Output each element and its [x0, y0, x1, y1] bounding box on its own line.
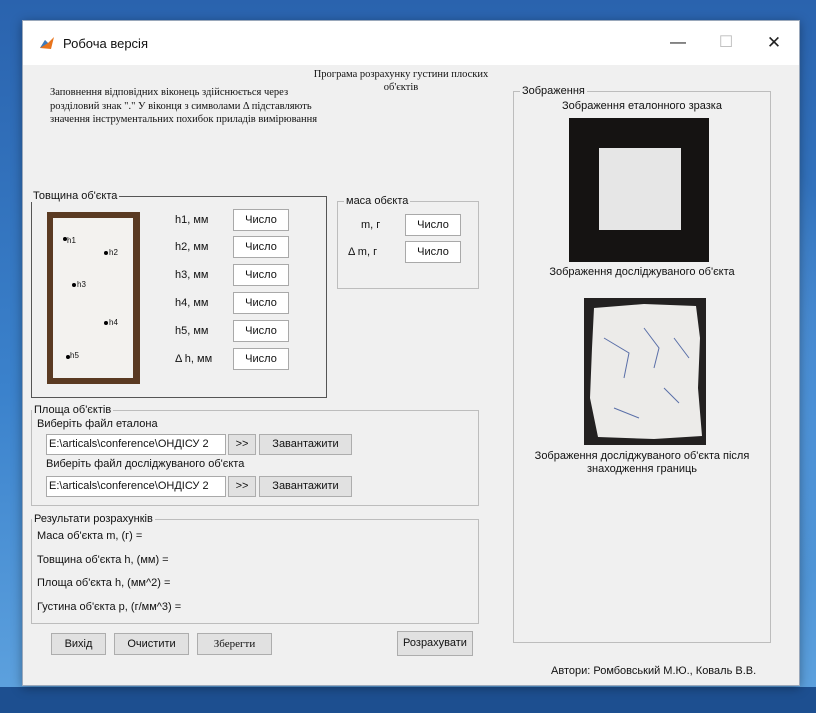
h1-input[interactable]: Число	[233, 209, 289, 231]
photo-point-h5: h5	[70, 351, 79, 360]
result-thickness: Товщина об'єкта h, (мм) =	[37, 554, 169, 566]
delta-h-label: Δ h, мм	[175, 353, 213, 365]
point-marker	[63, 237, 67, 241]
result-mass: Маса об'єкта m, (г) =	[37, 530, 143, 542]
calculate-button[interactable]: Розрахувати	[397, 631, 473, 656]
area-group: Площа об'єктів Виберіть файл еталона E:\…	[31, 404, 479, 506]
m-input[interactable]: Число	[405, 214, 461, 236]
obj-path-input[interactable]: E:\articals\conference\ОНДІСУ 2	[46, 476, 226, 497]
boundary-image-caption: Зображення досліджуваного об'єкта після …	[534, 450, 750, 475]
delta-h-input[interactable]: Число	[233, 348, 289, 370]
h4-input[interactable]: Число	[233, 292, 289, 314]
minimize-button[interactable]: —	[655, 29, 701, 57]
instructions-text: Заповнення відповідних віконець здійснює…	[50, 87, 318, 125]
authors-text: Автори: Ромбовський М.Ю., Коваль В.В.	[551, 665, 757, 677]
delta-m-input[interactable]: Число	[405, 241, 461, 263]
h2-input[interactable]: Число	[233, 236, 289, 258]
point-marker	[72, 283, 76, 287]
images-panel: Зображення Зображення еталонного зразка …	[513, 85, 771, 643]
obj-image	[584, 298, 706, 445]
h3-label: h3, мм	[175, 269, 209, 281]
exit-button[interactable]: Вихід	[51, 633, 106, 655]
ref-load-button[interactable]: Завантажити	[259, 434, 352, 455]
save-button[interactable]: Зберегти	[197, 633, 272, 655]
results-legend: Результати розрахунків	[32, 513, 155, 525]
program-title: Програма розрахунку густини плоских об'є…	[313, 69, 489, 93]
ref-sample-square	[599, 148, 681, 230]
area-legend: Площа об'єктів	[32, 404, 114, 416]
h5-input[interactable]: Число	[233, 320, 289, 342]
h4-label: h4, мм	[175, 297, 209, 309]
ref-image	[569, 118, 709, 262]
photo-point-h3: h3	[77, 280, 86, 289]
maximize-button[interactable]: ☐	[703, 29, 749, 57]
app-window: Робоча версія — ☐ ✕ Заповнення відповідн…	[22, 20, 800, 686]
point-marker	[104, 321, 108, 325]
object-photo: h1 h2 h3 h4 h5	[47, 212, 140, 384]
images-legend: Зображення	[520, 85, 587, 97]
obj-file-label: Виберіть файл досліджуваного об'єкта	[46, 458, 245, 470]
results-group: Результати розрахунків Маса об'єкта m, (…	[31, 513, 479, 624]
title-bar: Робоча версія — ☐ ✕	[23, 21, 799, 65]
obj-browse-button[interactable]: >>	[228, 476, 256, 497]
ref-image-caption: Зображення еталонного зразка	[562, 100, 722, 112]
h3-input[interactable]: Число	[233, 264, 289, 286]
clear-button[interactable]: Очистити	[114, 633, 189, 655]
sample-sheet: h1 h2 h3 h4 h5	[53, 218, 133, 378]
taskbar	[0, 687, 816, 713]
result-area: Площа об'єкта h, (мм^2) =	[37, 577, 171, 589]
ref-browse-button[interactable]: >>	[228, 434, 256, 455]
obj-load-button[interactable]: Завантажити	[259, 476, 352, 497]
thickness-legend: Товщина об'єкта	[31, 190, 120, 202]
thickness-group: Товщина об'єкта h1 h2 h3 h4 h5 h1, мм Чи…	[31, 190, 327, 398]
h2-label: h2, мм	[175, 241, 209, 253]
ref-file-label: Виберіть файл еталона	[37, 418, 158, 430]
window-title: Робоча версія	[63, 36, 148, 51]
h1-label: h1, мм	[175, 214, 209, 226]
point-marker	[104, 251, 108, 255]
ref-path-input[interactable]: E:\articals\conference\ОНДІСУ 2	[46, 434, 226, 455]
m-label: m, г	[361, 219, 381, 231]
obj-image-caption: Зображення досліджуваного об'єкта	[549, 266, 735, 278]
result-density: Густина об'єкта р, (г/мм^3) =	[37, 601, 182, 613]
point-marker	[66, 355, 70, 359]
photo-point-h1: h1	[67, 236, 76, 245]
h5-label: h5, мм	[175, 325, 209, 337]
photo-point-h4: h4	[109, 318, 118, 327]
photo-point-h2: h2	[109, 248, 118, 257]
mass-legend: маса обєкта	[344, 195, 411, 207]
delta-m-label: Δ m, г	[348, 246, 378, 258]
matlab-icon	[39, 35, 55, 51]
close-button[interactable]: ✕	[751, 29, 797, 57]
mass-group: маса обєкта m, г Число Δ m, г Число	[337, 195, 479, 289]
